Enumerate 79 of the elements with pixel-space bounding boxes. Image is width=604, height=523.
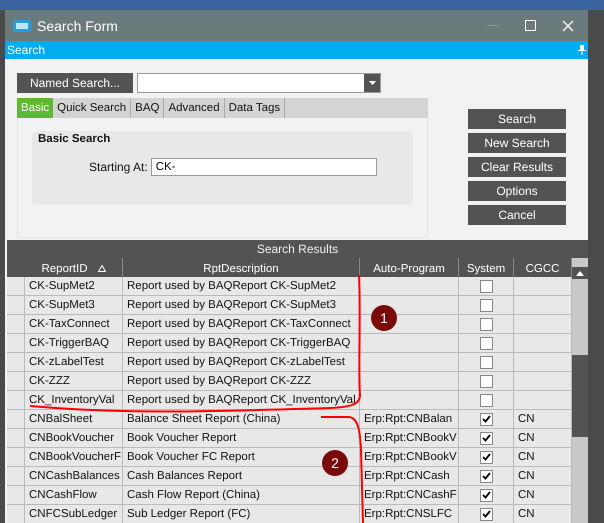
tab[interactable]: Advanced (164, 98, 225, 118)
column-header[interactable]: RptDescription (123, 258, 360, 279)
checkbox[interactable] (480, 336, 492, 350)
caret-icon (368, 81, 376, 85)
table-cell: Cash Flow Report (China) (123, 486, 360, 505)
checkbox[interactable] (480, 450, 492, 464)
table-cell: Report used by BAQReport CK-ZZZ (123, 372, 360, 391)
close-icon[interactable] (562, 20, 574, 32)
column-header[interactable]: CGCC (514, 258, 572, 279)
table-cell: Book Voucher Report (123, 429, 360, 448)
table-cell: CK-SupMet3 (25, 296, 123, 315)
checkbox[interactable] (480, 508, 492, 520)
table-cell: CNCashFlow (25, 486, 123, 505)
table-cell: CNFCSubLedger (25, 505, 123, 523)
table-cell: CK-SupMet2 (25, 277, 123, 296)
action-button[interactable]: Options (468, 181, 566, 201)
table-cell: Erp:Rpt:CNBookV (360, 448, 459, 467)
checkbox[interactable] (480, 470, 492, 482)
panel-title: Search (7, 43, 46, 57)
table-cell: Report used by BAQReport CK-TriggerBAQ (123, 334, 360, 353)
checkbox[interactable] (480, 412, 492, 426)
table-cell: CK-zLabelTest (25, 353, 123, 372)
named-search-button[interactable]: Named Search... (17, 73, 133, 93)
table-cell: Report used by BAQReport CK-zLabelTest (123, 353, 360, 372)
table-cell: CNBookVoucherF (25, 448, 123, 467)
section-title: Basic Search (38, 133, 112, 145)
results-header: Search Results (7, 240, 588, 258)
checkbox[interactable] (480, 394, 492, 406)
checkbox[interactable] (480, 298, 492, 312)
table-cell: Erp:Rpt:CNBookV (360, 429, 459, 448)
table-cell: Erp:Rpt:CNSLFC (360, 505, 459, 523)
maximize-icon[interactable] (525, 20, 536, 31)
checkbox[interactable] (480, 432, 492, 444)
tab[interactable]: Data Tags (224, 98, 286, 118)
table-cell: CNBalSheet (25, 410, 123, 429)
column-header[interactable]: ReportID (25, 258, 123, 279)
table-cell: CN (514, 486, 572, 505)
tab[interactable]: Quick Search (53, 98, 132, 118)
column-header[interactable]: System (459, 258, 514, 279)
table-cell: CN (514, 505, 572, 523)
checkbox[interactable] (480, 356, 492, 368)
table-cell: CK-TaxConnect (25, 315, 123, 334)
table-cell: Report used by BAQReport CK-SupMet2 (123, 277, 360, 296)
app-icon (13, 20, 31, 32)
table-cell: CN (514, 410, 572, 429)
table-cell: Report used by BAQReport CK-SupMet3 (123, 296, 360, 315)
table-cell: Report used by BAQReport CK_InventoryVal (123, 391, 360, 410)
action-button[interactable]: Cancel (468, 205, 566, 225)
checkbox[interactable] (480, 374, 492, 388)
table-cell: CN (514, 467, 572, 486)
table-cell: Erp:Rpt:CNCash (360, 467, 459, 486)
checkbox[interactable] (480, 318, 492, 330)
table-cell: CK_InventoryVal (25, 391, 123, 410)
scrollbar-thumb[interactable] (572, 355, 588, 437)
window-title: Search Form (37, 18, 119, 34)
column-header[interactable]: Auto-Program (360, 258, 459, 279)
table-cell: Report used by BAQReport CK-TaxConnect (123, 315, 360, 334)
table-cell: CNCashBalances (25, 467, 123, 486)
table-cell: Balance Sheet Report (China) (123, 410, 360, 429)
table-cell: CNBookVoucher (25, 429, 123, 448)
table-cell: CK-ZZZ (25, 372, 123, 391)
checkbox[interactable] (480, 488, 492, 502)
table-cell: CN (514, 429, 572, 448)
table-cell: Erp:Rpt:CNBalan (360, 410, 459, 429)
starting-at-field[interactable]: CK- (150, 158, 377, 176)
named-search-dropdown[interactable] (137, 73, 381, 93)
scroll-up-icon[interactable] (576, 270, 584, 276)
field-label: Starting At: (89, 160, 148, 174)
table-cell: CK-TriggerBAQ (25, 334, 123, 353)
checkbox[interactable] (480, 280, 492, 292)
table-cell: Cash Balances Report (123, 467, 360, 486)
table-cell: Sub Ledger Report (FC) (123, 505, 360, 523)
table-cell: CN (514, 448, 572, 467)
pin-icon[interactable] (578, 45, 586, 55)
action-button[interactable]: Search (468, 109, 566, 129)
tab[interactable]: BAQ (131, 98, 164, 118)
action-button[interactable]: New Search (468, 133, 566, 153)
table-cell: Erp:Rpt:CNCashF (360, 486, 459, 505)
action-button[interactable]: Clear Results (468, 157, 566, 177)
